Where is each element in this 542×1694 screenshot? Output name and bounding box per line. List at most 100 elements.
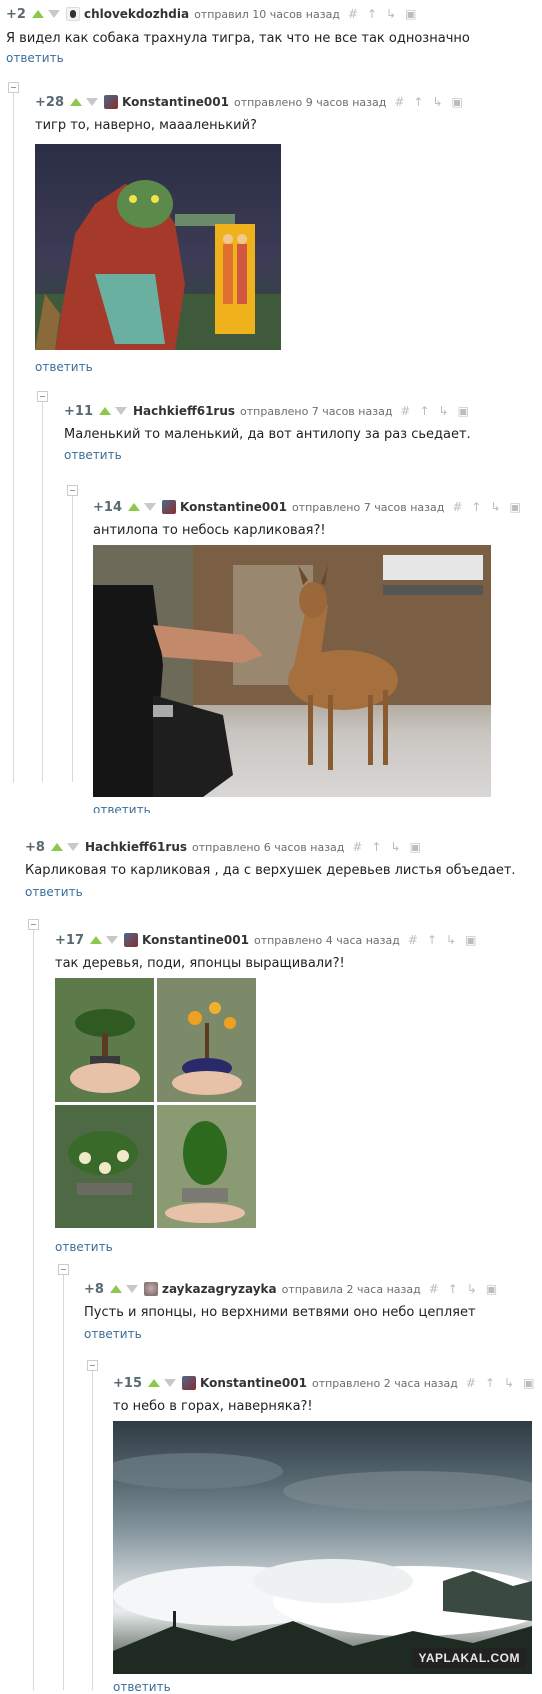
collapse-toggle[interactable] xyxy=(37,391,48,402)
collapse-toggle[interactable] xyxy=(87,1360,98,1371)
comment-tools: # ↑ ↳ ▣ xyxy=(394,95,472,109)
vote-up-icon[interactable] xyxy=(98,407,111,415)
reply-arrow-icon[interactable]: ↳ xyxy=(439,404,449,418)
hash-icon[interactable]: # xyxy=(452,500,462,514)
reply-link[interactable]: ответить xyxy=(55,1240,113,1254)
rating-score: +14 xyxy=(93,499,122,515)
hash-icon[interactable]: # xyxy=(394,95,404,109)
reply-arrow-icon[interactable]: ↳ xyxy=(490,500,500,514)
hash-icon[interactable]: # xyxy=(466,1376,476,1390)
comment-header: +8 Hachkieff61rus отправлено 6 часов наз… xyxy=(25,839,430,855)
save-icon[interactable]: ▣ xyxy=(523,1376,534,1390)
reply-arrow-icon[interactable]: ↳ xyxy=(432,95,442,109)
username[interactable]: Hachkieff61rus xyxy=(85,840,187,854)
comment-text: то небо в горах, наверняка?! xyxy=(113,1399,313,1414)
vote-down-icon[interactable] xyxy=(114,407,127,415)
reply-arrow-icon[interactable]: ↳ xyxy=(391,840,401,854)
thread-line xyxy=(92,1361,93,1690)
comment-tools: # ↑ ↳ ▣ xyxy=(400,404,478,418)
avatar[interactable] xyxy=(65,7,80,21)
vote-down-icon[interactable] xyxy=(163,1379,176,1387)
arrow-up-icon[interactable]: ↑ xyxy=(485,1376,495,1390)
username[interactable]: zaykazagryzayka xyxy=(162,1282,277,1296)
arrow-up-icon[interactable]: ↑ xyxy=(419,404,429,418)
avatar[interactable] xyxy=(181,1376,196,1390)
vote-up-icon[interactable] xyxy=(127,503,140,511)
arrow-up-icon[interactable]: ↑ xyxy=(367,7,377,21)
save-icon[interactable]: ▣ xyxy=(405,7,416,21)
vote-up-icon[interactable] xyxy=(31,10,44,18)
username[interactable]: Hachkieff61rus xyxy=(133,404,235,418)
reply-link[interactable]: ответить xyxy=(6,51,64,65)
comment-header: +28 Konstantine001 отправлено 9 часов на… xyxy=(35,94,472,110)
reply-link[interactable]: ответить xyxy=(25,885,83,899)
reply-arrow-icon[interactable]: ↳ xyxy=(446,933,456,947)
reply-link[interactable]: ответить xyxy=(64,448,122,462)
watermark: YAPLAKAL.COM xyxy=(412,1648,526,1668)
collapse-toggle[interactable] xyxy=(28,919,39,930)
arrow-up-icon[interactable]: ↑ xyxy=(471,500,481,514)
reply-arrow-icon[interactable]: ↳ xyxy=(504,1376,514,1390)
vote-down-icon[interactable] xyxy=(66,843,79,851)
hash-icon[interactable]: # xyxy=(348,7,358,21)
save-icon[interactable]: ▣ xyxy=(410,840,421,854)
comment-tools: # ↑ ↳ ▣ xyxy=(466,1376,542,1390)
timestamp: отправил 10 часов назад xyxy=(194,7,340,21)
reply-arrow-icon[interactable]: ↳ xyxy=(467,1282,477,1296)
collapse-toggle[interactable] xyxy=(8,82,19,93)
reply-link[interactable]: ответить xyxy=(93,803,151,813)
username[interactable]: Konstantine001 xyxy=(142,933,249,947)
hash-icon[interactable]: # xyxy=(400,404,410,418)
arrow-up-icon[interactable]: ↑ xyxy=(371,840,381,854)
vote-up-icon[interactable] xyxy=(50,843,63,851)
rating-score: +17 xyxy=(55,932,84,948)
arrow-up-icon[interactable]: ↑ xyxy=(448,1282,458,1296)
username[interactable]: Konstantine001 xyxy=(200,1376,307,1390)
rating-score: +2 xyxy=(6,6,26,22)
comment-tools: # ↑ ↳ ▣ xyxy=(429,1282,507,1296)
save-icon[interactable]: ▣ xyxy=(452,95,463,109)
save-icon[interactable]: ▣ xyxy=(458,404,469,418)
arrow-up-icon[interactable]: ↑ xyxy=(413,95,423,109)
avatar[interactable] xyxy=(143,1282,158,1296)
vote-down-icon[interactable] xyxy=(47,10,60,18)
vote-down-icon[interactable] xyxy=(143,503,156,511)
username[interactable]: Konstantine001 xyxy=(122,95,229,109)
thread-line xyxy=(63,1265,64,1690)
avatar[interactable] xyxy=(103,95,118,109)
timestamp: отправила 2 часа назад xyxy=(281,1282,421,1296)
collapse-toggle[interactable] xyxy=(67,485,78,496)
avatar[interactable] xyxy=(123,933,138,947)
vote-down-icon[interactable] xyxy=(105,936,118,944)
reply-link[interactable]: ответить xyxy=(35,360,93,374)
rating-score: +11 xyxy=(64,403,93,419)
save-icon[interactable]: ▣ xyxy=(510,500,521,514)
username[interactable]: Konstantine001 xyxy=(180,500,287,514)
rating-score: +8 xyxy=(25,839,45,855)
comment-header: +17 Konstantine001 отправлено 4 часа наз… xyxy=(55,932,485,948)
vote-up-icon[interactable] xyxy=(147,1379,160,1387)
hash-icon[interactable]: # xyxy=(408,933,418,947)
username[interactable]: chlovekdozhdia xyxy=(84,7,189,21)
comment-text: Я видел как собака трахнула тигра, так ч… xyxy=(6,31,470,46)
vote-up-icon[interactable] xyxy=(69,98,82,106)
reply-arrow-icon[interactable]: ↳ xyxy=(386,7,396,21)
reply-link[interactable]: ответить xyxy=(113,1680,171,1694)
timestamp: отправлено 2 часа назад xyxy=(311,1376,458,1390)
arrow-up-icon[interactable]: ↑ xyxy=(427,933,437,947)
thread-line xyxy=(42,392,43,782)
vote-up-icon[interactable] xyxy=(89,936,102,944)
vote-down-icon[interactable] xyxy=(125,1285,138,1293)
clouds-scene xyxy=(113,1453,532,1674)
avatar[interactable] xyxy=(161,500,176,514)
thread-line xyxy=(33,920,34,1690)
collapse-toggle[interactable] xyxy=(58,1264,69,1275)
vote-up-icon[interactable] xyxy=(109,1285,122,1293)
save-icon[interactable]: ▣ xyxy=(465,933,476,947)
reply-link[interactable]: ответить xyxy=(84,1327,142,1341)
hash-icon[interactable]: # xyxy=(352,840,362,854)
hash-icon[interactable]: # xyxy=(429,1282,439,1296)
thread-line xyxy=(13,83,14,783)
vote-down-icon[interactable] xyxy=(85,98,98,106)
save-icon[interactable]: ▣ xyxy=(486,1282,497,1296)
